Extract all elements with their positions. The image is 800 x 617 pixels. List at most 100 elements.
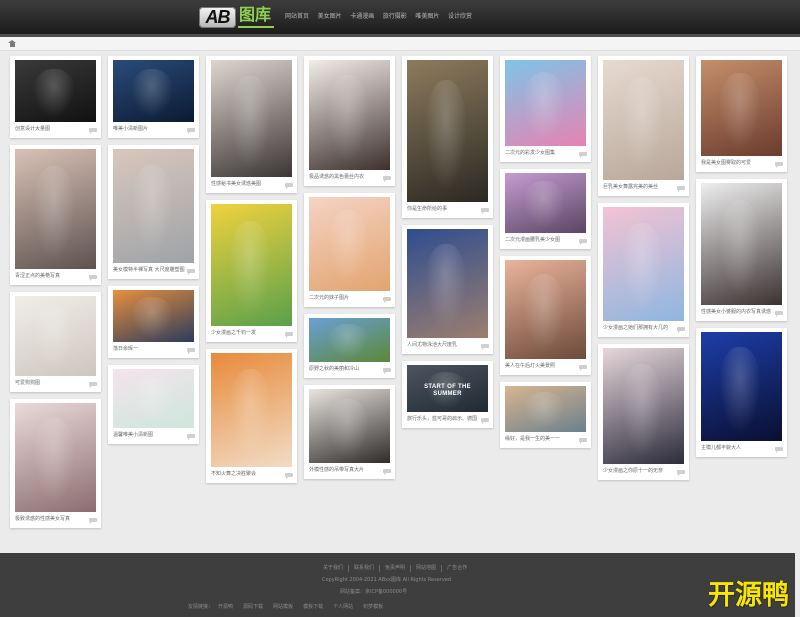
card-caption[interactable]: 性感美女小婆服的内衣写真诱惑 [701,305,782,321]
nav-item-cartoon[interactable]: 卡通漫画 [350,13,375,21]
footer-link-disclaimer[interactable]: 免责声明 [379,565,410,572]
image-card[interactable]: 二次元的妹子图片 [304,193,395,307]
image-card[interactable]: 你是生命所给的事 [402,56,493,218]
image-card[interactable]: 二次元漫画腰乳美少女图 [500,169,591,249]
card-image[interactable] [505,386,586,432]
card-image[interactable] [15,60,96,122]
card-image[interactable] [15,403,96,512]
nav-item-home[interactable]: 网站首页 [285,13,310,21]
image-card[interactable]: 少女漫画之千钧一发 [206,200,297,342]
image-card[interactable]: 可爱狗狗图 [10,292,101,392]
image-card[interactable]: 二次元的彩发少女图集 [500,56,591,162]
nav-item-travel[interactable]: 旅行摄影 [383,13,408,21]
card-image[interactable] [505,173,586,233]
card-caption[interactable]: 你是生命所给的事 [407,202,488,218]
footer-link-ads[interactable]: 广告合作 [441,565,472,572]
image-card[interactable]: 极致诱惑的性感美女写真 [10,399,101,528]
image-card[interactable]: 少女漫画之你原十一的无奈 [598,344,689,480]
card-image[interactable] [113,369,194,428]
image-card[interactable]: 性感美女小婆服的内衣写真诱惑 [696,179,787,321]
card-caption[interactable]: 美女模特半裸写真 大尺度雕塑图 [113,263,194,279]
card-caption[interactable]: 不知火舞之决胜聚会 [211,467,292,483]
image-card[interactable]: 我是美女图雾取的可爱 [696,56,787,172]
card-image[interactable] [407,229,488,338]
friend-link[interactable]: 网站模板 [268,604,298,611]
card-image[interactable] [505,60,586,146]
image-card[interactable]: 不知火舞之决胜聚会 [206,349,297,483]
nav-item-design[interactable]: 设计欣赏 [448,13,473,21]
friend-link[interactable]: 源码下载 [238,604,268,611]
image-card[interactable]: 缘好，是我一生的美一一 [500,382,591,448]
card-image[interactable] [309,318,390,362]
card-caption[interactable]: 少女漫画之她们那拥有大几的 [603,321,684,337]
footer-link-sitemap[interactable]: 网站地图 [410,565,441,572]
card-image[interactable] [701,60,782,156]
card-image[interactable]: START OF THE SUMMER [407,365,488,412]
card-image[interactable] [603,207,684,321]
site-logo[interactable]: AB 图库 [199,5,274,29]
footer-link-contact[interactable]: 联系我们 [348,565,379,572]
card-caption[interactable]: 原野之秋的美丽和冷山 [309,362,390,378]
card-caption[interactable]: 巨乳美女舞露完美的美丝 [603,180,684,196]
card-caption[interactable]: 青涩正点的美艳写真 [15,269,96,285]
card-caption[interactable]: 二次元漫画腰乳美少女图 [505,233,586,249]
card-image[interactable] [701,332,782,441]
image-card[interactable]: 原野之秋的美丽和冷山 [304,314,395,378]
card-caption[interactable]: 我是美女图雾取的可爱 [701,156,782,172]
image-card[interactable]: 主模儿都丰貌大人 [696,328,787,457]
image-card[interactable]: 人间尤物泳池大尺度乳 [402,225,493,354]
image-card[interactable]: 温馨唯美小清新图 [108,365,199,444]
nav-item-beauty[interactable]: 美女图片 [318,13,343,21]
image-card[interactable]: 巨乳美女舞露完美的美丝 [598,56,689,196]
card-caption[interactable]: 外模性感的吊带写真大片 [309,463,390,479]
card-caption[interactable]: 极致诱惑的性感美女写真 [15,512,96,528]
card-image[interactable] [113,149,194,263]
card-image[interactable] [701,183,782,305]
card-image[interactable] [113,60,194,122]
home-icon[interactable] [8,40,16,47]
card-caption[interactable]: 二次元的妹子图片 [309,291,390,307]
image-card[interactable]: 少女漫画之她们那拥有大几的 [598,203,689,337]
card-image[interactable] [309,197,390,291]
image-card[interactable]: 青涩正点的美艳写真 [10,145,101,285]
card-caption[interactable]: 二次元的彩发少女图集 [505,146,586,162]
card-image[interactable] [309,389,390,463]
card-image[interactable] [15,296,96,376]
card-image[interactable] [211,204,292,326]
card-caption[interactable]: 可爱狗狗图 [15,376,96,392]
friend-link[interactable]: 模板下载 [298,604,328,611]
card-image[interactable] [505,260,586,359]
card-image[interactable] [211,60,292,177]
image-card[interactable]: 唯美小清新图片 [108,56,199,138]
card-caption[interactable]: 创意设计大量图 [15,122,96,138]
card-caption[interactable]: 唯美小清新图片 [113,122,194,138]
nav-item-aesthetic[interactable]: 唯美图片 [415,13,440,21]
card-caption[interactable]: 落日余晖一 [113,342,194,358]
friend-link[interactable]: 个人网站 [328,604,358,611]
image-card[interactable]: 性感秘书美女诱惑美图 [206,56,297,193]
card-image[interactable] [309,60,390,170]
card-image[interactable] [15,149,96,269]
card-caption[interactable]: 美人在午后灯火美景照 [505,359,586,375]
card-image[interactable] [603,60,684,180]
card-caption[interactable]: 少女漫画之千钧一发 [211,326,292,342]
card-caption[interactable]: 少女漫画之你原十一的无奈 [603,464,684,480]
image-card[interactable]: START OF THE SUMMER 旅行乐头，蓝可哥的启示、德国 [402,361,493,428]
card-caption[interactable]: 温馨唯美小清新图 [113,428,194,444]
friend-link[interactable]: 织梦模板 [358,604,388,611]
friend-link[interactable]: 开源鸭 [213,604,238,611]
footer-link-about[interactable]: 关于我们 [318,565,348,572]
card-image[interactable] [603,348,684,464]
card-caption[interactable]: 人间尤物泳池大尺度乳 [407,338,488,354]
image-card[interactable]: 美女模特半裸写真 大尺度雕塑图 [108,145,199,279]
image-card[interactable]: 创意设计大量图 [10,56,101,138]
image-card[interactable]: 落日余晖一 [108,286,199,358]
image-card[interactable]: 美人在午后灯火美景照 [500,256,591,375]
card-caption[interactable]: 缘好，是我一生的美一一 [505,432,586,448]
image-card[interactable]: 极品诱惑的黑色蕾丝内衣 [304,56,395,186]
card-image[interactable] [211,353,292,467]
card-image[interactable] [113,290,194,342]
card-caption[interactable]: 极品诱惑的黑色蕾丝内衣 [309,170,390,186]
image-card[interactable]: 外模性感的吊带写真大片 [304,385,395,479]
card-caption[interactable]: 性感秘书美女诱惑美图 [211,177,292,193]
